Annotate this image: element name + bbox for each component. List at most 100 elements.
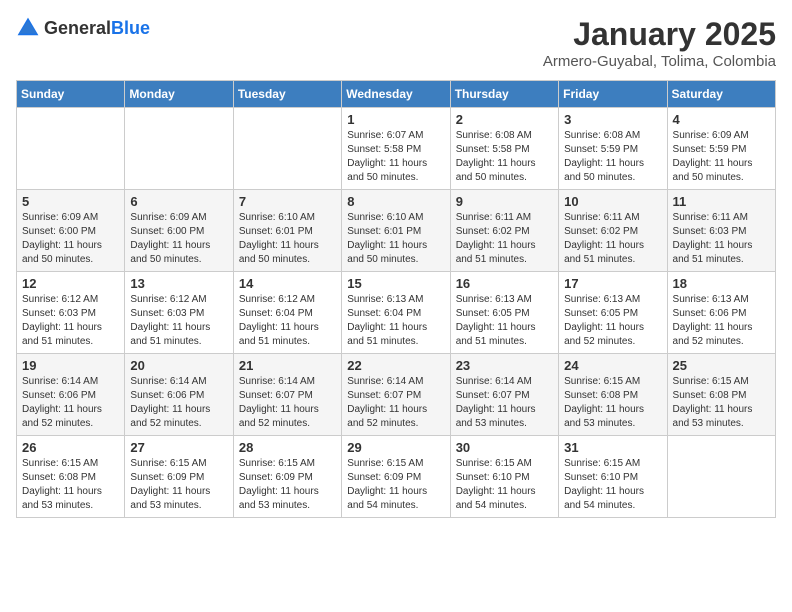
- week-row-1: 1 Sunrise: 6:07 AMSunset: 5:58 PMDaylight…: [17, 108, 776, 190]
- day-info: Sunrise: 6:08 AMSunset: 5:58 PMDaylight:…: [456, 129, 553, 185]
- day-cell: 8Sunrise: 6:10 AMSunset: 6:01 PMDaylight…: [342, 190, 450, 272]
- col-header-sunday: Sunday: [17, 81, 125, 108]
- day-number: 20: [130, 358, 227, 373]
- day-cell: 9Sunrise: 6:11 AMSunset: 6:02 PMDaylight…: [450, 190, 558, 272]
- day-number: 19: [22, 358, 119, 373]
- day-info: Sunrise: 6:15 AMSunset: 6:09 PMDaylight:…: [347, 457, 444, 513]
- day-number: 14: [239, 276, 336, 291]
- day-cell: 2 Sunrise: 6:08 AMSunset: 5:58 PMDaylight…: [450, 108, 558, 190]
- day-number: 30: [456, 440, 553, 455]
- day-number: 7: [239, 194, 336, 209]
- day-number: 2: [456, 112, 553, 127]
- day-info: Sunrise: 6:14 AMSunset: 6:06 PMDaylight:…: [130, 375, 227, 431]
- day-cell: 3Sunrise: 6:08 AMSunset: 5:59 PMDaylight…: [559, 108, 667, 190]
- day-number: 6: [130, 194, 227, 209]
- day-cell: 1 Sunrise: 6:07 AMSunset: 5:58 PMDaylight…: [342, 108, 450, 190]
- day-info: Sunrise: 6:11 AMSunset: 6:02 PMDaylight:…: [456, 211, 553, 267]
- day-info: Sunrise: 6:12 AMSunset: 6:03 PMDaylight:…: [130, 293, 227, 349]
- day-number: 23: [456, 358, 553, 373]
- day-number: 15: [347, 276, 444, 291]
- month-title: January 2025: [543, 16, 776, 53]
- day-cell: 12Sunrise: 6:12 AMSunset: 6:03 PMDayligh…: [17, 272, 125, 354]
- day-info: Sunrise: 6:13 AMSunset: 6:06 PMDaylight:…: [673, 293, 770, 349]
- title-block: January 2025 Armero-Guyabal, Tolima, Col…: [543, 16, 776, 70]
- day-info: Sunrise: 6:13 AMSunset: 6:04 PMDaylight:…: [347, 293, 444, 349]
- day-cell: 29 Sunrise: 6:15 AMSunset: 6:09 PMDayligh…: [342, 436, 450, 518]
- day-info: Sunrise: 6:15 AMSunset: 6:10 PMDaylight:…: [564, 457, 661, 513]
- day-cell: 4 Sunrise: 6:09 AMSunset: 5:59 PMDaylight…: [667, 108, 775, 190]
- day-number: 18: [673, 276, 770, 291]
- day-info: Sunrise: 6:11 AMSunset: 6:02 PMDaylight:…: [564, 211, 661, 267]
- day-number: 4: [673, 112, 770, 127]
- day-cell: 31 Sunrise: 6:15 AMSunset: 6:10 PMDayligh…: [559, 436, 667, 518]
- day-info: Sunrise: 6:09 AMSunset: 6:00 PMDaylight:…: [22, 211, 119, 267]
- day-cell: 5 Sunrise: 6:09 AMSunset: 6:00 PMDaylight…: [17, 190, 125, 272]
- day-info: Sunrise: 6:07 AMSunset: 5:58 PMDaylight:…: [347, 129, 444, 185]
- logo-text-general: General: [44, 18, 111, 38]
- day-number: 3: [564, 112, 661, 127]
- day-number: 1: [347, 112, 444, 127]
- day-info: Sunrise: 6:13 AMSunset: 6:05 PMDaylight:…: [456, 293, 553, 349]
- col-header-friday: Friday: [559, 81, 667, 108]
- day-cell: 28 Sunrise: 6:15 AMSunset: 6:09 PMDayligh…: [233, 436, 341, 518]
- day-cell: 15 Sunrise: 6:13 AMSunset: 6:04 PMDayligh…: [342, 272, 450, 354]
- day-cell: 14 Sunrise: 6:12 AMSunset: 6:04 PMDayligh…: [233, 272, 341, 354]
- day-info: Sunrise: 6:09 AMSunset: 5:59 PMDaylight:…: [673, 129, 770, 185]
- day-cell: 16 Sunrise: 6:13 AMSunset: 6:05 PMDayligh…: [450, 272, 558, 354]
- day-info: Sunrise: 6:09 AMSunset: 6:00 PMDaylight:…: [130, 211, 227, 267]
- day-number: 28: [239, 440, 336, 455]
- page-header: GeneralBlue January 2025 Armero-Guyabal,…: [16, 16, 776, 70]
- day-cell: 19Sunrise: 6:14 AMSunset: 6:06 PMDayligh…: [17, 354, 125, 436]
- day-cell: [125, 108, 233, 190]
- day-cell: 21Sunrise: 6:14 AMSunset: 6:07 PMDayligh…: [233, 354, 341, 436]
- day-cell: 6 Sunrise: 6:09 AMSunset: 6:00 PMDaylight…: [125, 190, 233, 272]
- day-info: Sunrise: 6:12 AMSunset: 6:04 PMDaylight:…: [239, 293, 336, 349]
- day-cell: [17, 108, 125, 190]
- col-header-thursday: Thursday: [450, 81, 558, 108]
- day-cell: [233, 108, 341, 190]
- day-info: Sunrise: 6:11 AMSunset: 6:03 PMDaylight:…: [673, 211, 770, 267]
- day-number: 17: [564, 276, 661, 291]
- calendar-table: SundayMondayTuesdayWednesdayThursdayFrid…: [16, 80, 776, 518]
- col-header-monday: Monday: [125, 81, 233, 108]
- day-cell: 27 Sunrise: 6:15 AMSunset: 6:09 PMDayligh…: [125, 436, 233, 518]
- day-cell: 17Sunrise: 6:13 AMSunset: 6:05 PMDayligh…: [559, 272, 667, 354]
- day-cell: 20 Sunrise: 6:14 AMSunset: 6:06 PMDayligh…: [125, 354, 233, 436]
- logo-text-blue: Blue: [111, 18, 150, 38]
- day-cell: 13Sunrise: 6:12 AMSunset: 6:03 PMDayligh…: [125, 272, 233, 354]
- day-info: Sunrise: 6:15 AMSunset: 6:08 PMDaylight:…: [673, 375, 770, 431]
- day-number: 26: [22, 440, 119, 455]
- week-row-2: 5 Sunrise: 6:09 AMSunset: 6:00 PMDaylight…: [17, 190, 776, 272]
- day-number: 25: [673, 358, 770, 373]
- day-cell: 23 Sunrise: 6:14 AMSunset: 6:07 PMDayligh…: [450, 354, 558, 436]
- week-row-3: 12 Sunrise: 6:12 AMSunset: 6:03 PMDayligh…: [17, 272, 776, 354]
- day-number: 29: [347, 440, 444, 455]
- day-cell: [667, 436, 775, 518]
- day-number: 11: [673, 194, 770, 209]
- day-info: Sunrise: 6:14 AMSunset: 6:07 PMDaylight:…: [239, 375, 336, 431]
- week-row-4: 19 Sunrise: 6:14 AMSunset: 6:06 PMDayligh…: [17, 354, 776, 436]
- location-title: Armero-Guyabal, Tolima, Colombia: [543, 53, 776, 70]
- day-number: 8: [347, 194, 444, 209]
- day-cell: 22 Sunrise: 6:14 AMSunset: 6:07 PMDayligh…: [342, 354, 450, 436]
- day-number: 16: [456, 276, 553, 291]
- day-cell: 10 Sunrise: 6:11 AMSunset: 6:02 PMDayligh…: [559, 190, 667, 272]
- day-info: Sunrise: 6:15 AMSunset: 6:09 PMDaylight:…: [239, 457, 336, 513]
- day-cell: 26Sunrise: 6:15 AMSunset: 6:08 PMDayligh…: [17, 436, 125, 518]
- day-cell: 30Sunrise: 6:15 AMSunset: 6:10 PMDayligh…: [450, 436, 558, 518]
- day-cell: 25 Sunrise: 6:15 AMSunset: 6:08 PMDayligh…: [667, 354, 775, 436]
- day-number: 27: [130, 440, 227, 455]
- day-number: 12: [22, 276, 119, 291]
- day-number: 22: [347, 358, 444, 373]
- day-info: Sunrise: 6:15 AMSunset: 6:09 PMDaylight:…: [130, 457, 227, 513]
- day-number: 31: [564, 440, 661, 455]
- day-info: Sunrise: 6:14 AMSunset: 6:07 PMDaylight:…: [347, 375, 444, 431]
- day-cell: 7 Sunrise: 6:10 AMSunset: 6:01 PMDaylight…: [233, 190, 341, 272]
- day-number: 5: [22, 194, 119, 209]
- col-header-saturday: Saturday: [667, 81, 775, 108]
- day-number: 10: [564, 194, 661, 209]
- day-info: Sunrise: 6:14 AMSunset: 6:07 PMDaylight:…: [456, 375, 553, 431]
- calendar-header-row: SundayMondayTuesdayWednesdayThursdayFrid…: [17, 81, 776, 108]
- day-info: Sunrise: 6:10 AMSunset: 6:01 PMDaylight:…: [239, 211, 336, 267]
- day-number: 24: [564, 358, 661, 373]
